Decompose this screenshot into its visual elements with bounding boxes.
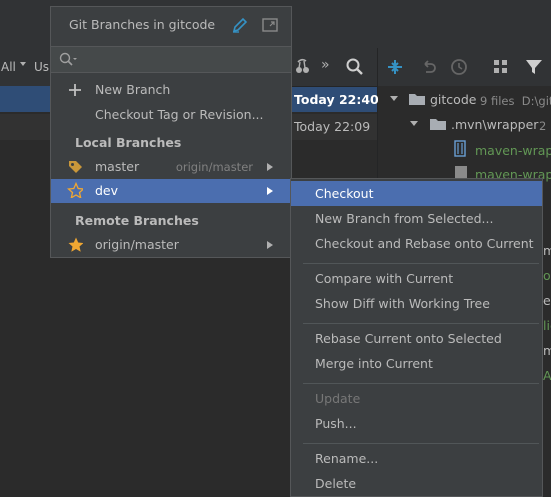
chevron-down-icon[interactable] — [410, 121, 418, 126]
more-icon[interactable]: » — [321, 57, 330, 73]
chevron-right-icon — [267, 241, 273, 249]
merge-into-current-menu-item[interactable]: Merge into Current — [291, 351, 542, 376]
filter-all-label[interactable]: All — [1, 60, 16, 74]
show-diff-menu-item[interactable]: Show Diff with Working Tree — [291, 291, 542, 316]
branch-item-master[interactable]: master origin/master — [51, 155, 291, 179]
group-by-icon[interactable] — [492, 58, 510, 76]
branch-actions-submenu: Checkout New Branch from Selected... Che… — [290, 178, 543, 497]
history-icon[interactable] — [450, 58, 468, 76]
menu-item-label: Rename... — [315, 451, 379, 466]
tree-root-meta: 9 files D:\git — [480, 94, 551, 108]
tracking-branch: origin/master — [175, 160, 253, 174]
cherry-pick-icon[interactable] — [294, 58, 310, 76]
menu-separator — [303, 383, 539, 384]
menu-item-label: Push... — [315, 416, 357, 431]
truncated-text: lic — [543, 318, 551, 333]
rebase-current-menu-item[interactable]: Rebase Current onto Selected — [291, 326, 542, 351]
commit-date: Today 22:40 — [294, 92, 379, 107]
branch-name: master — [95, 159, 140, 174]
branch-name: origin/master — [95, 237, 179, 252]
expand-icon[interactable] — [261, 16, 279, 34]
jar-file-icon — [454, 140, 466, 157]
branch-item-dev[interactable]: dev — [51, 179, 291, 203]
filter-user-label[interactable]: Us — [34, 60, 49, 74]
chevron-down-icon — [20, 62, 26, 66]
filter-icon[interactable] — [524, 57, 544, 77]
menu-item-label: Checkout — [315, 186, 374, 201]
push-menu-item[interactable]: Push... — [291, 411, 542, 436]
plus-icon — [69, 84, 81, 96]
menu-item-label: Update — [315, 391, 361, 406]
tree-folder-label[interactable]: .mvn\wrapper — [451, 117, 538, 132]
undo-icon[interactable] — [420, 58, 438, 76]
new-branch-item[interactable]: New Branch — [51, 78, 291, 102]
local-branches-header: Local Branches — [75, 135, 182, 150]
menu-item-label: Compare with Current — [315, 271, 454, 286]
truncated-text: A — [543, 368, 551, 383]
menu-item-label: Merge into Current — [315, 356, 433, 371]
menu-item-label: Delete — [315, 476, 357, 491]
menu-separator — [303, 263, 539, 264]
menu-item-label: Show Diff with Working Tree — [315, 296, 490, 311]
popup-title: Git Branches in gitcode — [69, 17, 216, 32]
tree-root-label[interactable]: gitcode — [430, 92, 476, 107]
checkout-tag-item[interactable]: Checkout Tag or Revision... — [51, 103, 291, 127]
star-filled-icon — [68, 237, 83, 252]
truncated-text: m — [543, 243, 551, 258]
git-branches-popup: Git Branches in gitcode New Branch Check… — [50, 6, 292, 258]
checkout-tag-label: Checkout Tag or Revision... — [95, 107, 264, 122]
checkout-menu-item[interactable]: Checkout — [291, 181, 542, 206]
menu-separator — [303, 323, 539, 324]
branch-item-origin-master[interactable]: origin/master — [51, 233, 291, 257]
truncated-text: es — [543, 293, 551, 308]
menu-separator — [303, 443, 539, 444]
menu-item-label: New Branch from Selected... — [315, 211, 494, 226]
compare-with-current-menu-item[interactable]: Compare with Current — [291, 266, 542, 291]
chevron-right-icon — [267, 187, 273, 195]
menu-item-label: Rebase Current onto Selected — [315, 331, 502, 346]
branch-search-field[interactable] — [51, 46, 291, 73]
update-menu-item: Update — [291, 386, 542, 411]
commit-date: Today 22:09 — [294, 119, 371, 134]
branch-name: dev — [95, 183, 119, 198]
remote-branches-header: Remote Branches — [75, 213, 199, 228]
tree-file-label[interactable]: maven-wrapp — [475, 143, 551, 158]
search-icon[interactable] — [346, 58, 364, 76]
truncated-text: m — [543, 343, 551, 358]
collapse-icon[interactable] — [386, 58, 404, 76]
rename-menu-item[interactable]: Rename... — [291, 446, 542, 471]
properties-file-icon — [455, 166, 467, 178]
branch-search-input[interactable] — [85, 50, 284, 70]
checkout-and-rebase-menu-item[interactable]: Checkout and Rebase onto Current — [291, 231, 542, 256]
menu-item-label: Checkout and Rebase onto Current — [315, 236, 534, 251]
folder-icon — [430, 119, 446, 130]
chevron-right-icon — [267, 163, 273, 171]
chevron-down-icon[interactable] — [390, 96, 398, 101]
folder-icon — [409, 94, 425, 105]
new-branch-label: New Branch — [95, 82, 171, 97]
tag-icon — [69, 161, 82, 173]
delete-menu-item[interactable]: Delete — [291, 471, 542, 496]
new-branch-from-selected-menu-item[interactable]: New Branch from Selected... — [291, 206, 542, 231]
search-icon — [59, 52, 77, 66]
edit-settings-icon[interactable] — [231, 16, 249, 34]
truncated-text: o — [543, 268, 551, 283]
tree-folder-count: 2 — [539, 119, 547, 133]
star-outline-icon — [67, 182, 83, 198]
